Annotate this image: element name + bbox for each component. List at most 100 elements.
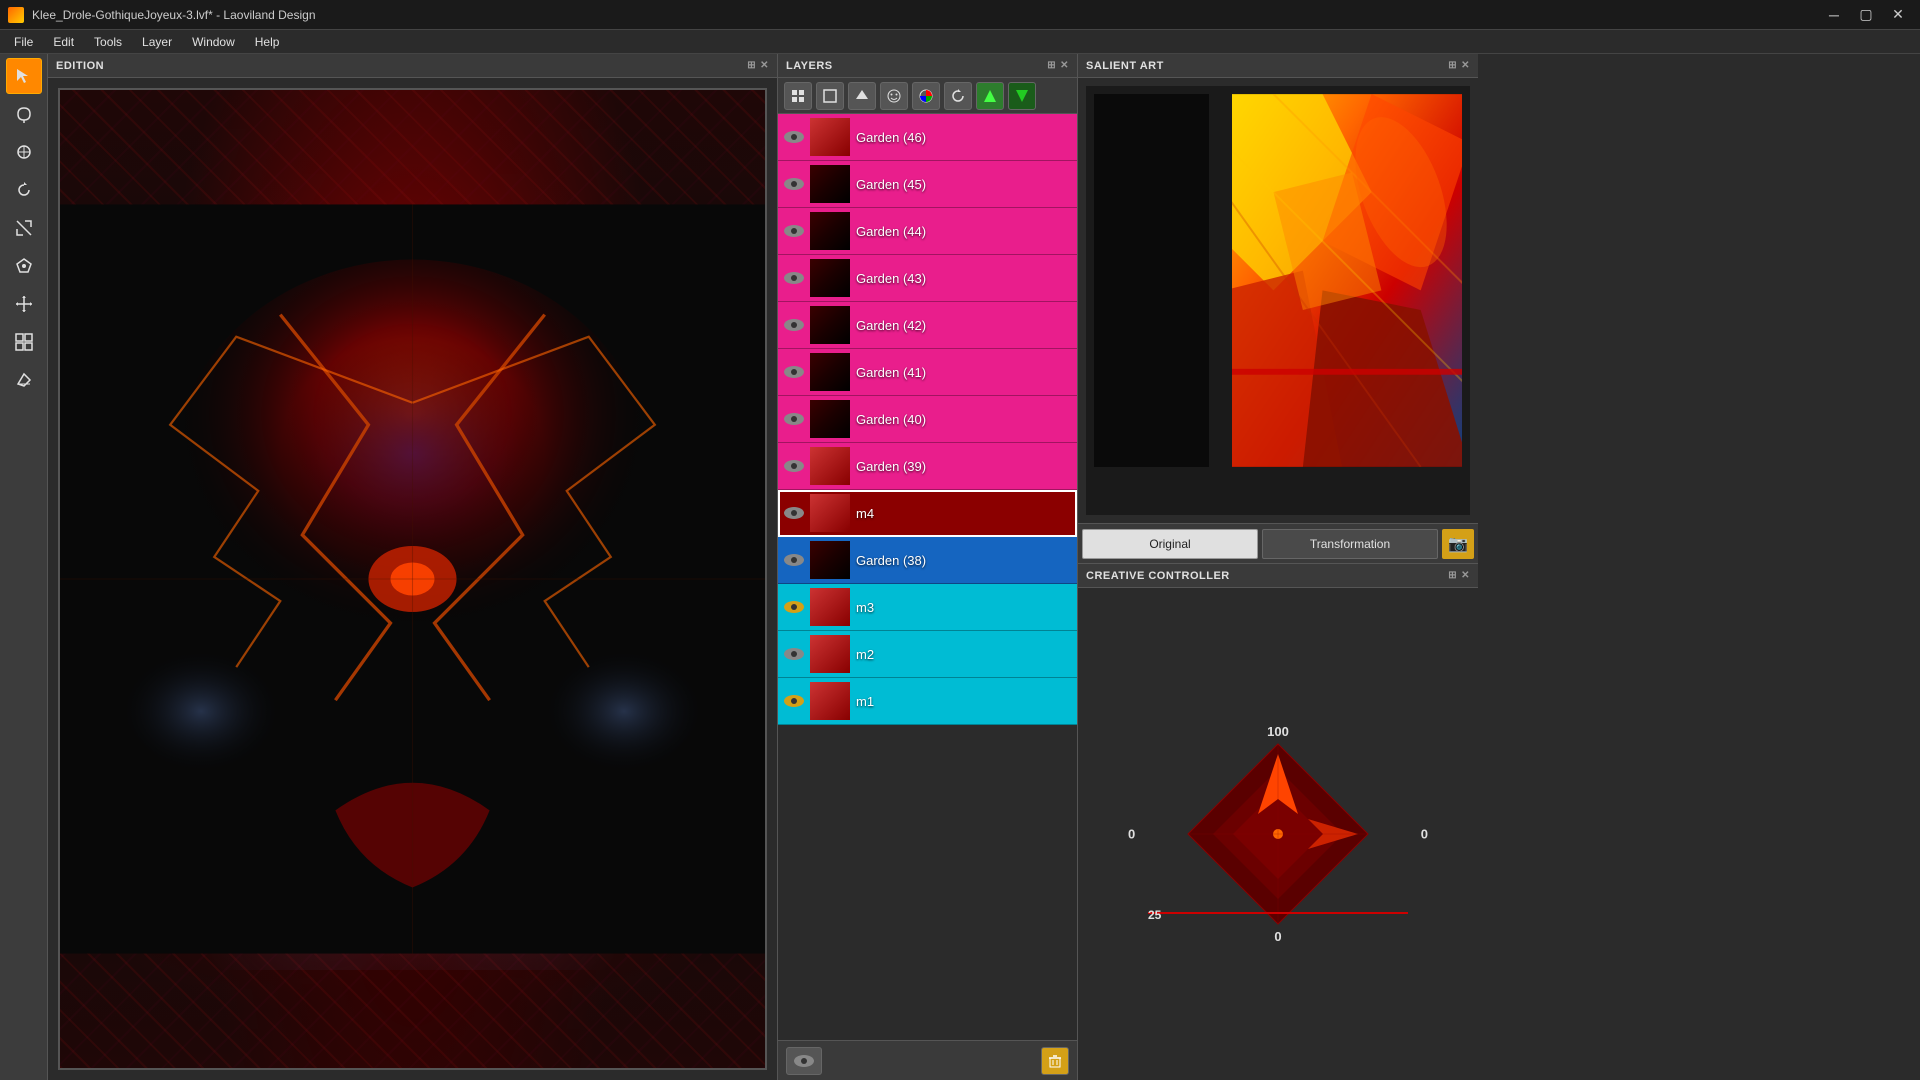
layer-visibility-2[interactable] <box>782 172 806 196</box>
layer-visibility-12[interactable] <box>782 642 806 666</box>
layer-row-m1[interactable]: m1 <box>778 678 1077 725</box>
menu-file[interactable]: File <box>4 33 43 51</box>
layer-visibility-10[interactable] <box>782 548 806 572</box>
tool-nudge[interactable] <box>6 324 42 360</box>
tool-select[interactable] <box>6 58 42 94</box>
tool-lasso[interactable] <box>6 96 42 132</box>
layer-visibility-5[interactable] <box>782 313 806 337</box>
diamond-label-bottom: 0 <box>1274 929 1281 944</box>
layers-title: Layers <box>786 60 833 72</box>
eye-icon <box>784 272 804 284</box>
layer-row[interactable]: Garden (41) <box>778 349 1077 396</box>
maximize-button[interactable]: ▢ <box>1852 5 1880 25</box>
layer-name-8: Garden (39) <box>856 459 926 474</box>
creative-expand-icon[interactable]: ⊞ <box>1448 570 1457 581</box>
layer-visibility-9[interactable] <box>782 501 806 525</box>
layer-row[interactable]: Garden (39) <box>778 443 1077 490</box>
creative-content[interactable]: 100 0 0 0 <box>1078 588 1478 1080</box>
tool-move[interactable] <box>6 286 42 322</box>
layer-visibility-13[interactable] <box>782 689 806 713</box>
tab-original[interactable]: Original <box>1082 529 1258 559</box>
layer-row-m2[interactable]: m2 <box>778 631 1077 678</box>
layers-tool-up[interactable] <box>976 82 1004 110</box>
diamond-label-right: 0 <box>1421 827 1428 842</box>
layers-tool-arrow-up[interactable] <box>848 82 876 110</box>
layers-bottom-delete[interactable] <box>1041 1047 1069 1075</box>
edition-canvas[interactable] <box>58 88 767 1070</box>
layers-close-icon[interactable]: ✕ <box>1060 60 1069 71</box>
layer-thumb-4 <box>810 259 850 297</box>
menu-help[interactable]: Help <box>245 33 290 51</box>
layers-tool-square[interactable] <box>816 82 844 110</box>
menu-tools[interactable]: Tools <box>84 33 132 51</box>
layer-thumb-2 <box>810 165 850 203</box>
layer-visibility-6[interactable] <box>782 360 806 384</box>
edition-panel-header: Edition ⊞ ✕ <box>48 54 777 78</box>
layers-tool-color[interactable] <box>912 82 940 110</box>
title-bar-controls: ─ ▢ ✕ <box>1820 5 1912 25</box>
layer-row-m3[interactable]: m3 <box>778 584 1077 631</box>
right-panels: Salient Art ⊞ ✕ <box>1078 54 1478 1080</box>
layer-visibility-11[interactable] <box>782 595 806 619</box>
layers-panel: Layers ⊞ ✕ <box>778 54 1078 1080</box>
menu-window[interactable]: Window <box>182 33 245 51</box>
eye-icon <box>784 648 804 660</box>
eye-icon <box>784 178 804 190</box>
edition-close-icon[interactable]: ✕ <box>760 60 769 71</box>
camera-button[interactable]: 📷 <box>1442 529 1474 559</box>
tool-rotate[interactable] <box>6 172 42 208</box>
layer-row[interactable]: Garden (43) <box>778 255 1077 302</box>
layers-tool-face[interactable] <box>880 82 908 110</box>
diamond-label-left: 0 <box>1128 827 1135 842</box>
layers-expand-icon[interactable]: ⊞ <box>1047 60 1056 71</box>
tool-transform[interactable] <box>6 134 42 170</box>
layer-row-m4[interactable]: m4 <box>778 490 1077 537</box>
tool-scale[interactable] <box>6 210 42 246</box>
layer-row-garden38[interactable]: Garden (38) <box>778 537 1077 584</box>
layer-thumb-3 <box>810 212 850 250</box>
creative-close-icon[interactable]: ✕ <box>1461 570 1470 581</box>
minimize-button[interactable]: ─ <box>1820 5 1848 25</box>
creative-red-line <box>1148 912 1408 914</box>
layers-tool-refresh[interactable] <box>944 82 972 110</box>
tool-eraser[interactable] <box>6 362 42 398</box>
salient-expand-icon[interactable]: ⊞ <box>1448 60 1457 71</box>
eye-icon <box>784 319 804 331</box>
layers-bottom-new[interactable] <box>786 1047 822 1075</box>
tab-transformation[interactable]: Transformation <box>1262 529 1438 559</box>
layer-visibility-4[interactable] <box>782 266 806 290</box>
layer-row[interactable]: Garden (40) <box>778 396 1077 443</box>
menu-edit[interactable]: Edit <box>43 33 84 51</box>
app-icon <box>8 7 24 23</box>
layers-list[interactable]: Garden (46) Garden (45) Garden (44) <box>778 114 1077 1040</box>
layer-row[interactable]: Garden (44) <box>778 208 1077 255</box>
content-area: Edition ⊞ ✕ <box>48 54 1920 1080</box>
layers-panel-header: Layers ⊞ ✕ <box>778 54 1077 78</box>
layer-thumb-7 <box>810 400 850 438</box>
artwork-svg <box>60 90 765 1068</box>
creative-title: Creative Controller <box>1086 570 1230 582</box>
menu-layer[interactable]: Layer <box>132 33 182 51</box>
layer-row[interactable]: Garden (45) <box>778 161 1077 208</box>
layer-name-4: Garden (43) <box>856 271 926 286</box>
edition-panel-controls: ⊞ ✕ <box>747 60 769 71</box>
layer-visibility-8[interactable] <box>782 454 806 478</box>
layer-visibility-7[interactable] <box>782 407 806 431</box>
salient-preview <box>1086 86 1470 515</box>
salient-preview-dark <box>1094 94 1209 467</box>
layer-visibility-1[interactable] <box>782 125 806 149</box>
layer-row[interactable]: Garden (42) <box>778 302 1077 349</box>
layers-tool-grid[interactable] <box>784 82 812 110</box>
salient-tabs: Original Transformation 📷 <box>1078 523 1478 563</box>
layers-tool-down[interactable] <box>1008 82 1036 110</box>
creative-panel-controls: ⊞ ✕ <box>1448 570 1470 581</box>
layer-name-11: m3 <box>856 600 874 615</box>
tool-warp[interactable] <box>6 248 42 284</box>
edition-expand-icon[interactable]: ⊞ <box>747 60 756 71</box>
layer-row[interactable]: Garden (46) <box>778 114 1077 161</box>
salient-close-icon[interactable]: ✕ <box>1461 60 1470 71</box>
layer-visibility-3[interactable] <box>782 219 806 243</box>
eye-icon-golden <box>784 601 804 613</box>
edition-title: Edition <box>56 60 104 72</box>
close-button[interactable]: ✕ <box>1884 5 1912 25</box>
